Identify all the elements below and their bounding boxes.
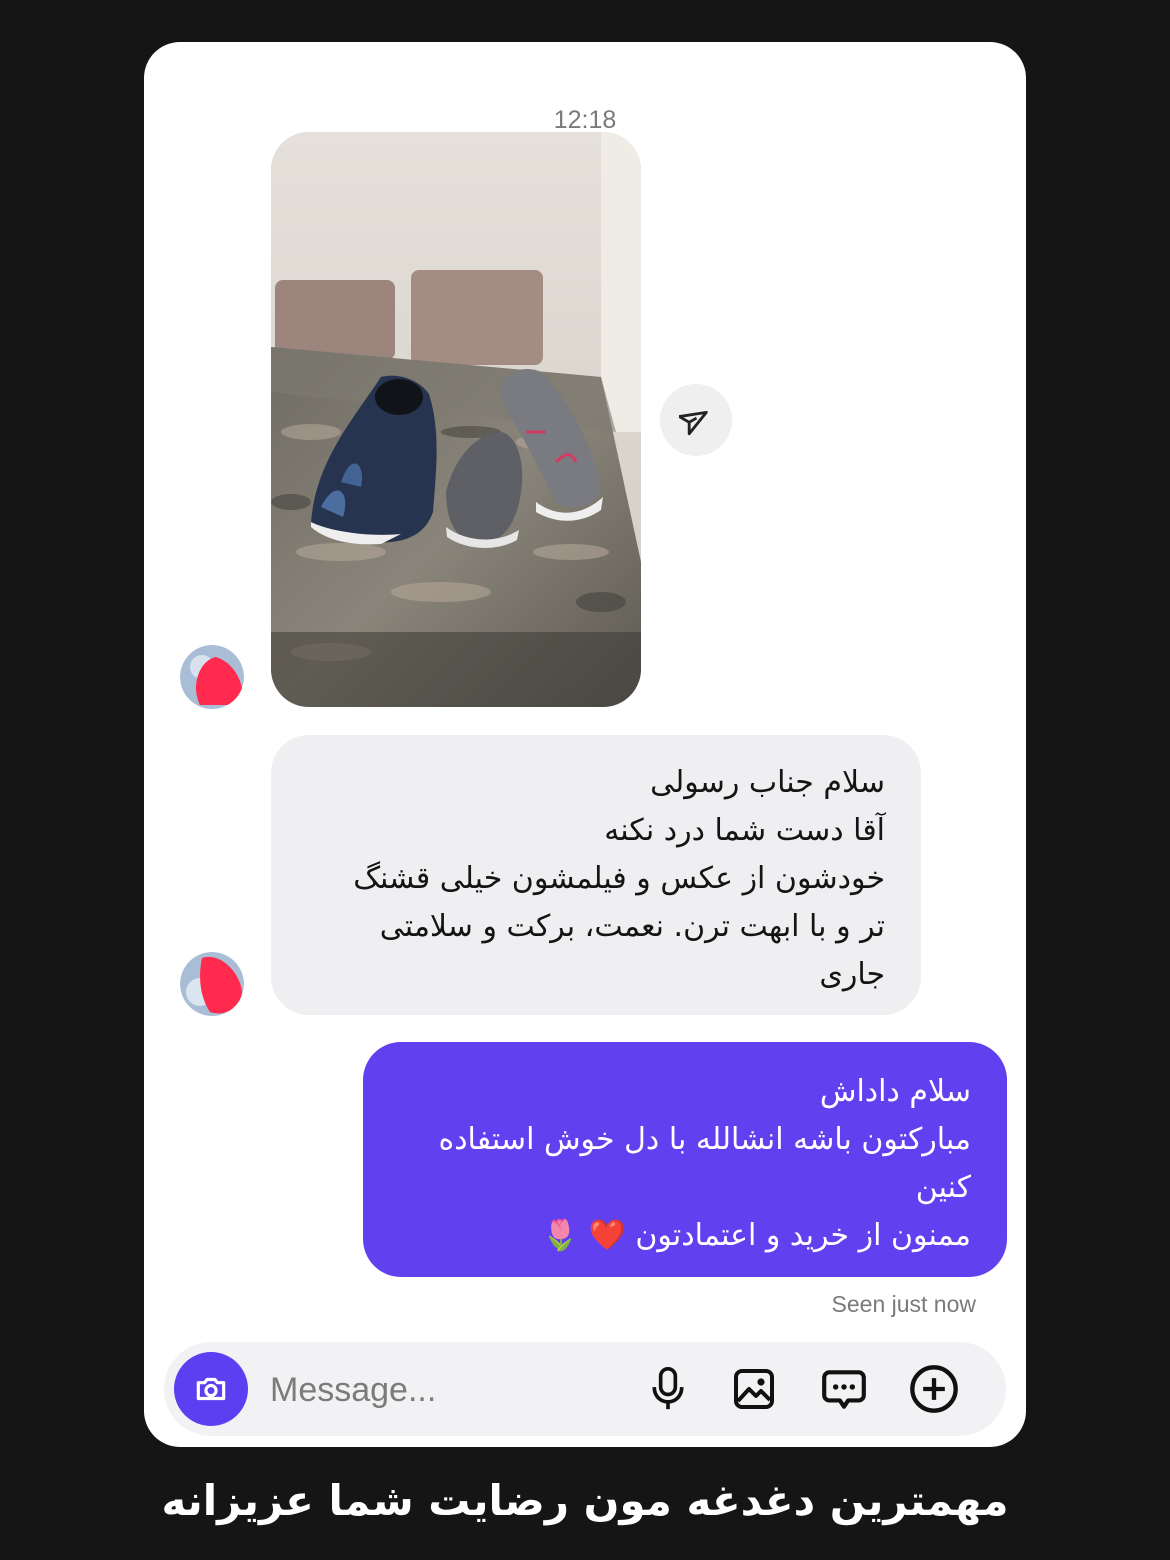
outgoing-message[interactable]: سلام داداش مبارکتون باشه انشالله با دل خ… [363,1042,1007,1277]
plus-circle-icon [910,1365,958,1413]
message-input[interactable] [268,1360,612,1420]
gallery-button[interactable] [728,1363,780,1415]
message-line: سلام داداش [819,1074,971,1109]
chat-bubble-icon [822,1370,866,1409]
sender-avatar[interactable] [180,952,244,1016]
avatar-image [180,952,244,1016]
mic-button[interactable] [642,1363,694,1415]
message-timestamp: 12:18 [553,106,617,134]
message-line: جاری [819,957,885,992]
sticker-button[interactable] [818,1363,870,1415]
share-button[interactable] [660,384,732,456]
message-line: ممنون از خرید و اعتمادتون ❤️ 🌷 [541,1218,971,1253]
paper-plane-icon [679,410,708,436]
sneakers-photo [271,132,641,707]
camera-icon [196,1377,226,1401]
message-line: مبارکتون باشه انشالله با دل خوش استفاده [438,1122,971,1157]
image-icon [734,1369,774,1409]
message-line: سلام جناب رسولی [650,765,885,800]
seen-status: Seen just now [831,1291,976,1317]
avatar-image [180,645,244,709]
message-line: تر و با ابهت ترن. نعمت، برکت و سلامتی [379,909,885,944]
message-line: کنین [915,1170,971,1205]
add-button[interactable] [908,1363,960,1415]
sender-avatar[interactable] [180,645,244,709]
shared-photo[interactable] [271,132,641,707]
chat-panel: 12:18 سلام جناب رسولی آقا دست شما درد نک… [144,42,1026,1447]
incoming-message[interactable]: سلام جناب رسولی آقا دست شما درد نکنه خود… [271,735,921,1015]
microphone-icon [652,1367,684,1410]
promo-caption: مهمترین دغدغه مون رضایت شما عزیزانه [161,1476,1009,1525]
message-line: آقا دست شما درد نکنه [604,813,885,848]
camera-button[interactable] [174,1352,248,1426]
message-line: خودشون از عکس و فیلمشون خیلی قشنگ [353,861,885,896]
message-composer [164,1342,1006,1436]
